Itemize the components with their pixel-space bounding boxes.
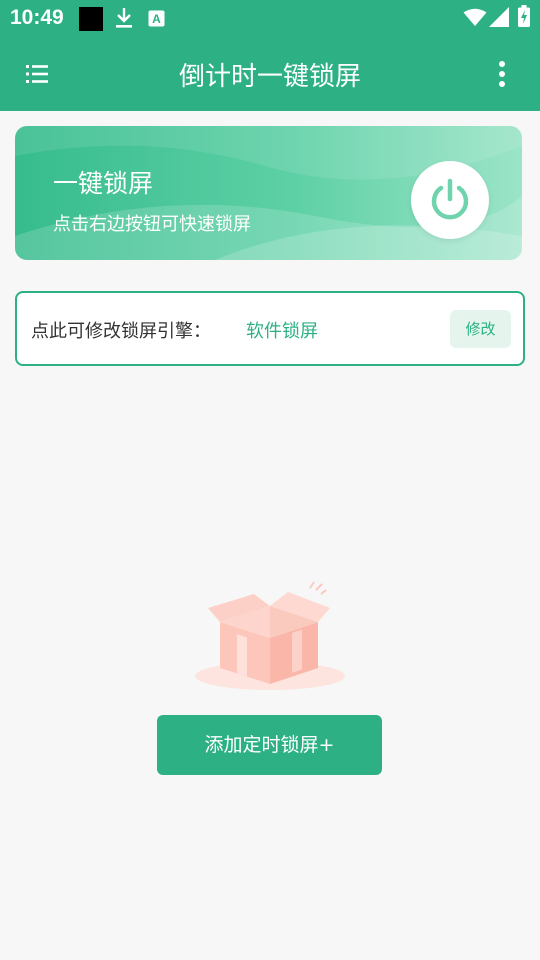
app-bar: 倒计时一键锁屏 (0, 36, 540, 111)
notification-square-icon (79, 7, 103, 35)
svg-text:A: A (152, 12, 161, 26)
more-vert-icon (499, 61, 505, 87)
app-title: 倒计时一键锁屏 (178, 62, 361, 92)
header: 10:49 A 倒计时一键锁屏 (0, 0, 540, 111)
font-a-icon: A (148, 10, 165, 31)
lock-engine-value: 软件锁屏 (246, 321, 318, 342)
banner-subtitle: 点击右边按钮可快速锁屏 (53, 214, 251, 235)
power-icon (431, 178, 469, 220)
more-options-button[interactable] (490, 58, 514, 90)
banner-title: 一键锁屏 (53, 169, 154, 198)
screen: 10:49 A 倒计时一键锁屏 一键锁屏 点击右边按钮可快速锁屏 点此可修改锁屏… (0, 0, 540, 960)
lock-engine-row[interactable]: 点此可修改锁屏引擎： 软件锁屏 修改 (15, 291, 525, 366)
lock-engine-label: 点此可修改锁屏引擎： (31, 321, 211, 342)
signal-icon (489, 7, 509, 31)
modify-engine-button[interactable]: 修改 (450, 310, 511, 348)
quick-lock-banner: 一键锁屏 点击右边按钮可快速锁屏 (15, 126, 522, 260)
lock-now-button[interactable] (411, 161, 489, 239)
status-time: 10:49 (10, 6, 64, 29)
download-icon (114, 7, 134, 33)
empty-box-icon (190, 576, 350, 696)
wifi-icon (463, 8, 487, 31)
battery-charging-icon (518, 5, 530, 31)
status-bar: 10:49 A (0, 0, 540, 36)
add-timed-lock-button[interactable]: 添加定时锁屏+ (157, 715, 382, 775)
